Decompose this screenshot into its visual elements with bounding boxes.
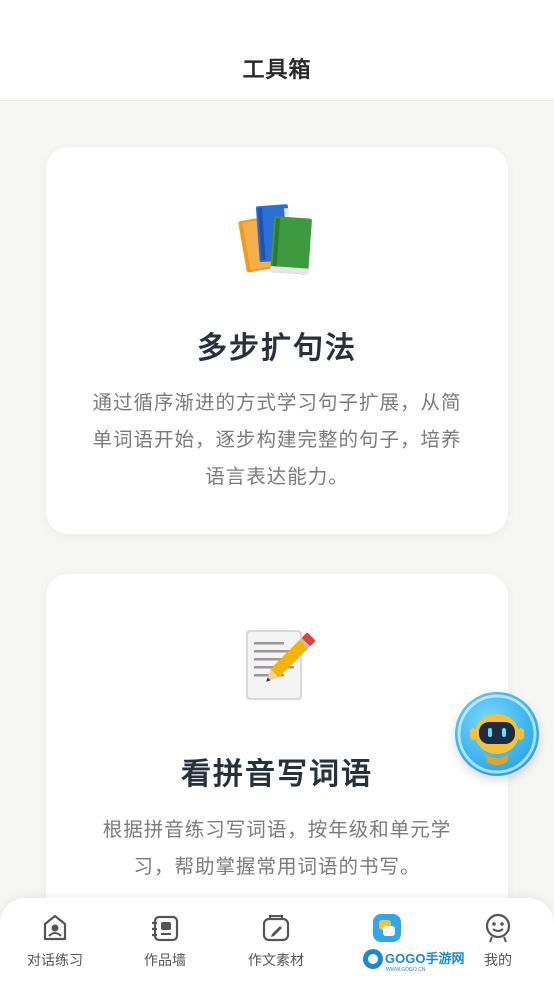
card-title: 看拼音写词语 xyxy=(181,757,373,792)
svg-text:WWW.GOGO.CN: WWW.GOGO.CN xyxy=(386,967,426,972)
tool-card-pinyin-words[interactable]: 看拼音写词语 根据拼音练习写词语，按年级和单元学 习，帮助掌握常用词语的书写。 xyxy=(46,574,508,954)
robot-assistant-icon xyxy=(457,694,537,774)
header-bar: 工具箱 xyxy=(0,0,554,101)
card-description: 通过循序渐进的方式学习句子扩展，从简 单词语开始，逐步构建完整的句子，培养 语言… xyxy=(84,384,470,495)
bottom-tab-bar: 对话练习 作品墙 作文素材 我的 xyxy=(0,898,554,984)
toolbox-icon xyxy=(373,914,401,942)
works-wall-icon xyxy=(152,915,179,942)
books-icon xyxy=(238,204,312,275)
tool-card-sentence-expansion[interactable]: 多步扩句法 通过循序渐进的方式学习句子扩展，从简 单词语开始，逐步构建完整的句子… xyxy=(46,147,508,534)
composition-material-icon xyxy=(262,915,290,942)
card-title: 多步扩句法 xyxy=(197,331,357,366)
card-description-line: 根据拼音练习写词语，按年级和单元学 xyxy=(102,818,452,841)
card-description: 根据拼音练习写词语，按年级和单元学 习，帮助掌握常用词语的书写。 xyxy=(84,811,470,885)
tab-composition-material[interactable]: 作文素材 xyxy=(221,898,331,984)
memo-pencil-icon xyxy=(246,630,316,700)
tab-chat-practice[interactable]: 对话练习 xyxy=(0,898,110,984)
tab-label: 作文素材 xyxy=(248,953,304,969)
tab-label: 作品墙 xyxy=(144,953,186,969)
profile-face-icon xyxy=(485,913,511,943)
card-description-line: 单词语开始，逐步构建完整的句子，培养 xyxy=(92,428,462,451)
card-description-line: 语言表达能力。 xyxy=(205,465,349,488)
assistant-float-button[interactable] xyxy=(455,692,539,776)
gogo-watermark-logo: GOGO手游网 WWW.GOGO.CN xyxy=(363,949,464,972)
tab-label: 对话练习 xyxy=(27,953,83,969)
svg-text:GOGO手游网: GOGO手游网 xyxy=(385,951,464,966)
card-description-line: 习，帮助掌握常用词语的书写。 xyxy=(133,855,421,878)
chat-practice-icon xyxy=(43,914,67,941)
page-title: 工具箱 xyxy=(242,58,312,83)
tab-works-wall[interactable]: 作品墙 xyxy=(110,898,220,984)
card-description-line: 通过循序渐进的方式学习句子扩展，从简 xyxy=(92,391,462,414)
